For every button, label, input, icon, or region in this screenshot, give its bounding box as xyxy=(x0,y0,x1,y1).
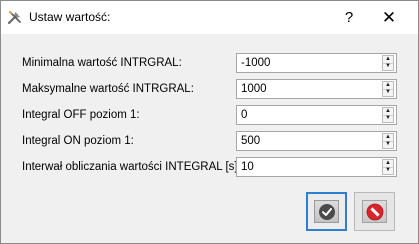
form-area: Minimalna wartość INTRGRAL: ▲ ▼ Maksymal… xyxy=(1,34,418,243)
spinbox-input[interactable] xyxy=(241,83,371,95)
spinbox-min[interactable]: ▲ ▼ xyxy=(236,53,397,73)
spin-arrows[interactable]: ▲ ▼ xyxy=(382,159,394,175)
checkmark-icon xyxy=(319,204,335,220)
spinbox-max[interactable]: ▲ ▼ xyxy=(236,79,397,99)
dialog-window: Ustaw wartość: ? ✕ Minimalna wartość INT… xyxy=(0,0,419,244)
spin-down-icon[interactable]: ▼ xyxy=(383,89,393,96)
spin-down-icon[interactable]: ▼ xyxy=(383,115,393,122)
field-label: Interwał obliczania wartości INTEGRAL [s… xyxy=(22,161,241,173)
spin-down-icon[interactable]: ▼ xyxy=(383,141,393,148)
no-entry-icon xyxy=(366,203,384,221)
field-label: Minimalna wartość INTRGRAL: xyxy=(22,57,182,69)
close-button[interactable]: ✕ xyxy=(376,7,402,29)
spinbox-off[interactable]: ▲ ▼ xyxy=(236,105,397,125)
field-row-off: Integral OFF poziom 1: ▲ ▼ xyxy=(1,105,418,127)
field-row-on: Integral ON poziom 1: ▲ ▼ xyxy=(1,131,418,153)
field-label: Integral OFF poziom 1: xyxy=(22,109,140,121)
field-row-interval: Interwał obliczania wartości INTEGRAL [s… xyxy=(1,157,418,179)
cancel-button-face[interactable] xyxy=(362,200,387,223)
field-row-min: Minimalna wartość INTRGRAL: ▲ ▼ xyxy=(1,53,418,75)
help-button[interactable]: ? xyxy=(336,7,362,29)
title-bar: Ustaw wartość: ? ✕ xyxy=(1,1,418,34)
ok-button-face[interactable] xyxy=(314,200,339,223)
spinbox-input[interactable] xyxy=(241,135,371,147)
spin-arrows[interactable]: ▲ ▼ xyxy=(382,81,394,97)
spin-arrows[interactable]: ▲ ▼ xyxy=(382,133,394,149)
field-label: Integral ON poziom 1: xyxy=(22,135,134,147)
spinbox-on[interactable]: ▲ ▼ xyxy=(236,131,397,151)
field-row-max: Maksymalne wartość INTRGRAL: ▲ ▼ xyxy=(1,79,418,101)
spin-arrows[interactable]: ▲ ▼ xyxy=(382,55,394,71)
window-title: Ustaw wartość: xyxy=(29,10,111,24)
spinbox-interval[interactable]: ▲ ▼ xyxy=(236,157,397,177)
cancel-button[interactable] xyxy=(354,192,395,231)
field-label: Maksymalne wartość INTRGRAL: xyxy=(22,83,194,95)
ok-button[interactable] xyxy=(306,192,347,231)
spinbox-input[interactable] xyxy=(241,109,371,121)
spin-down-icon[interactable]: ▼ xyxy=(383,63,393,70)
spinbox-input[interactable] xyxy=(241,57,371,69)
tools-icon xyxy=(7,9,23,25)
spin-down-icon[interactable]: ▼ xyxy=(383,167,393,174)
spinbox-input[interactable] xyxy=(241,161,371,173)
spin-arrows[interactable]: ▲ ▼ xyxy=(382,107,394,123)
